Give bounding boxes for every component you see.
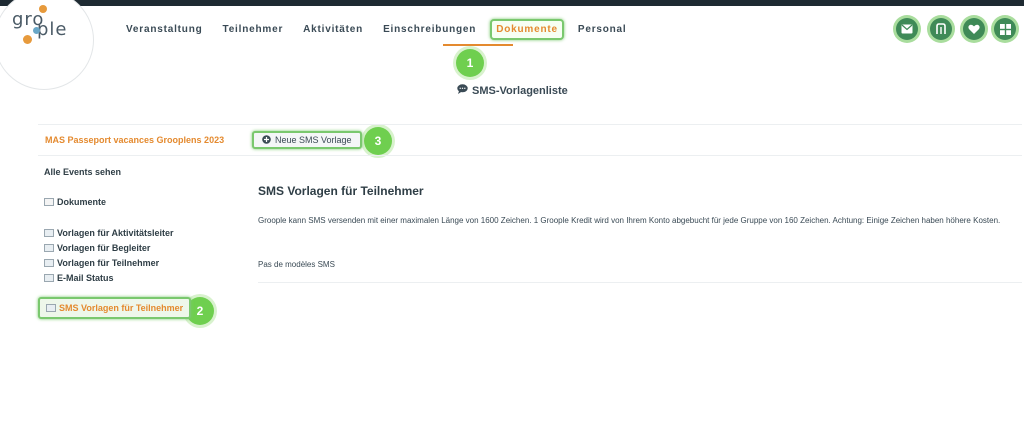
main-nav: Veranstaltung Teilnehmer Aktivitäten Ein…: [126, 19, 627, 40]
sidebar-item-vorlagen-begleiter[interactable]: Vorlagen für Begleiter: [44, 243, 150, 253]
nav-personal[interactable]: Personal: [578, 24, 627, 40]
logo-dot-icon: [23, 35, 32, 44]
logo-dot-icon: [33, 27, 40, 34]
sidebar-item-label: SMS Vorlagen für Teilnehmer: [59, 303, 184, 313]
doors-icon[interactable]: [930, 18, 952, 40]
page-title-text: SMS-Vorlagenliste: [472, 84, 568, 97]
nav-aktivitaeten[interactable]: Aktivitäten: [303, 24, 363, 40]
sidebar-item-sms-vorlagen-teilnehmer[interactable]: SMS Vorlagen für Teilnehmer: [38, 297, 192, 319]
event-title[interactable]: MAS Passeport vacances Grooplens 2023: [45, 135, 224, 145]
new-sms-template-button[interactable]: Neue SMS Vorlage: [252, 131, 362, 149]
sidebar-item-label: Vorlagen für Teilnehmer: [57, 258, 160, 268]
mail-icon[interactable]: [896, 18, 918, 40]
empty-state-text: Pas de modèles SMS: [258, 260, 335, 269]
sidebar-all-events-label: Alle Events sehen: [44, 167, 122, 177]
step-badge-1: 1: [456, 49, 484, 77]
template-icon: [44, 244, 54, 252]
document-icon: [44, 198, 54, 206]
nav-active-underline: [443, 44, 513, 46]
section-title: SMS Vorlagen für Teilnehmer: [258, 184, 424, 198]
sidebar-item-vorlagen-teilnehmer[interactable]: Vorlagen für Teilnehmer: [44, 258, 159, 268]
plus-circle-icon: [262, 134, 271, 146]
nav-teilnehmer[interactable]: Teilnehmer: [223, 24, 284, 40]
divider: [38, 155, 1022, 156]
sidebar-item-label: Vorlagen für Aktivitätsleiter: [57, 228, 174, 238]
sidebar-item-label: Dokumente: [57, 197, 107, 207]
new-sms-template-label: Neue SMS Vorlage: [275, 135, 352, 145]
sidebar-item-vorlagen-aktivitaetsleiter[interactable]: Vorlagen für Aktivitätsleiter: [44, 228, 174, 238]
sidebar-item-label: E-Mail Status: [57, 273, 114, 283]
logo[interactable]: gro ple: [0, 0, 94, 90]
logo-dot-icon: [39, 5, 47, 13]
template-icon: [44, 229, 54, 237]
sidebar-item-label: Vorlagen für Begleiter: [57, 243, 151, 253]
mail-small-icon: [44, 274, 54, 282]
logo-text-bottom: ple: [37, 19, 68, 40]
step-badge-3: 3: [364, 127, 392, 155]
top-bar: [0, 0, 1024, 6]
nav-veranstaltung[interactable]: Veranstaltung: [126, 24, 203, 40]
section-description: Groople kann SMS versenden mit einer max…: [258, 216, 1001, 225]
heart-icon[interactable]: [963, 18, 985, 40]
grid-icon[interactable]: [994, 18, 1016, 40]
template-icon: [44, 259, 54, 267]
template-icon: [46, 304, 56, 312]
sidebar-item-dokumente[interactable]: Dokumente: [44, 197, 106, 207]
chat-bubble-icon: [457, 84, 468, 97]
sidebar-item-email-status[interactable]: E-Mail Status: [44, 273, 114, 283]
nav-einschreibungen[interactable]: Einschreibungen: [383, 24, 476, 40]
divider: [38, 124, 1022, 125]
sidebar-all-events[interactable]: Alle Events sehen: [44, 167, 121, 177]
nav-dokumente[interactable]: Dokumente: [490, 19, 564, 40]
divider: [258, 282, 1022, 283]
page-title: SMS-Vorlagenliste: [457, 84, 568, 97]
